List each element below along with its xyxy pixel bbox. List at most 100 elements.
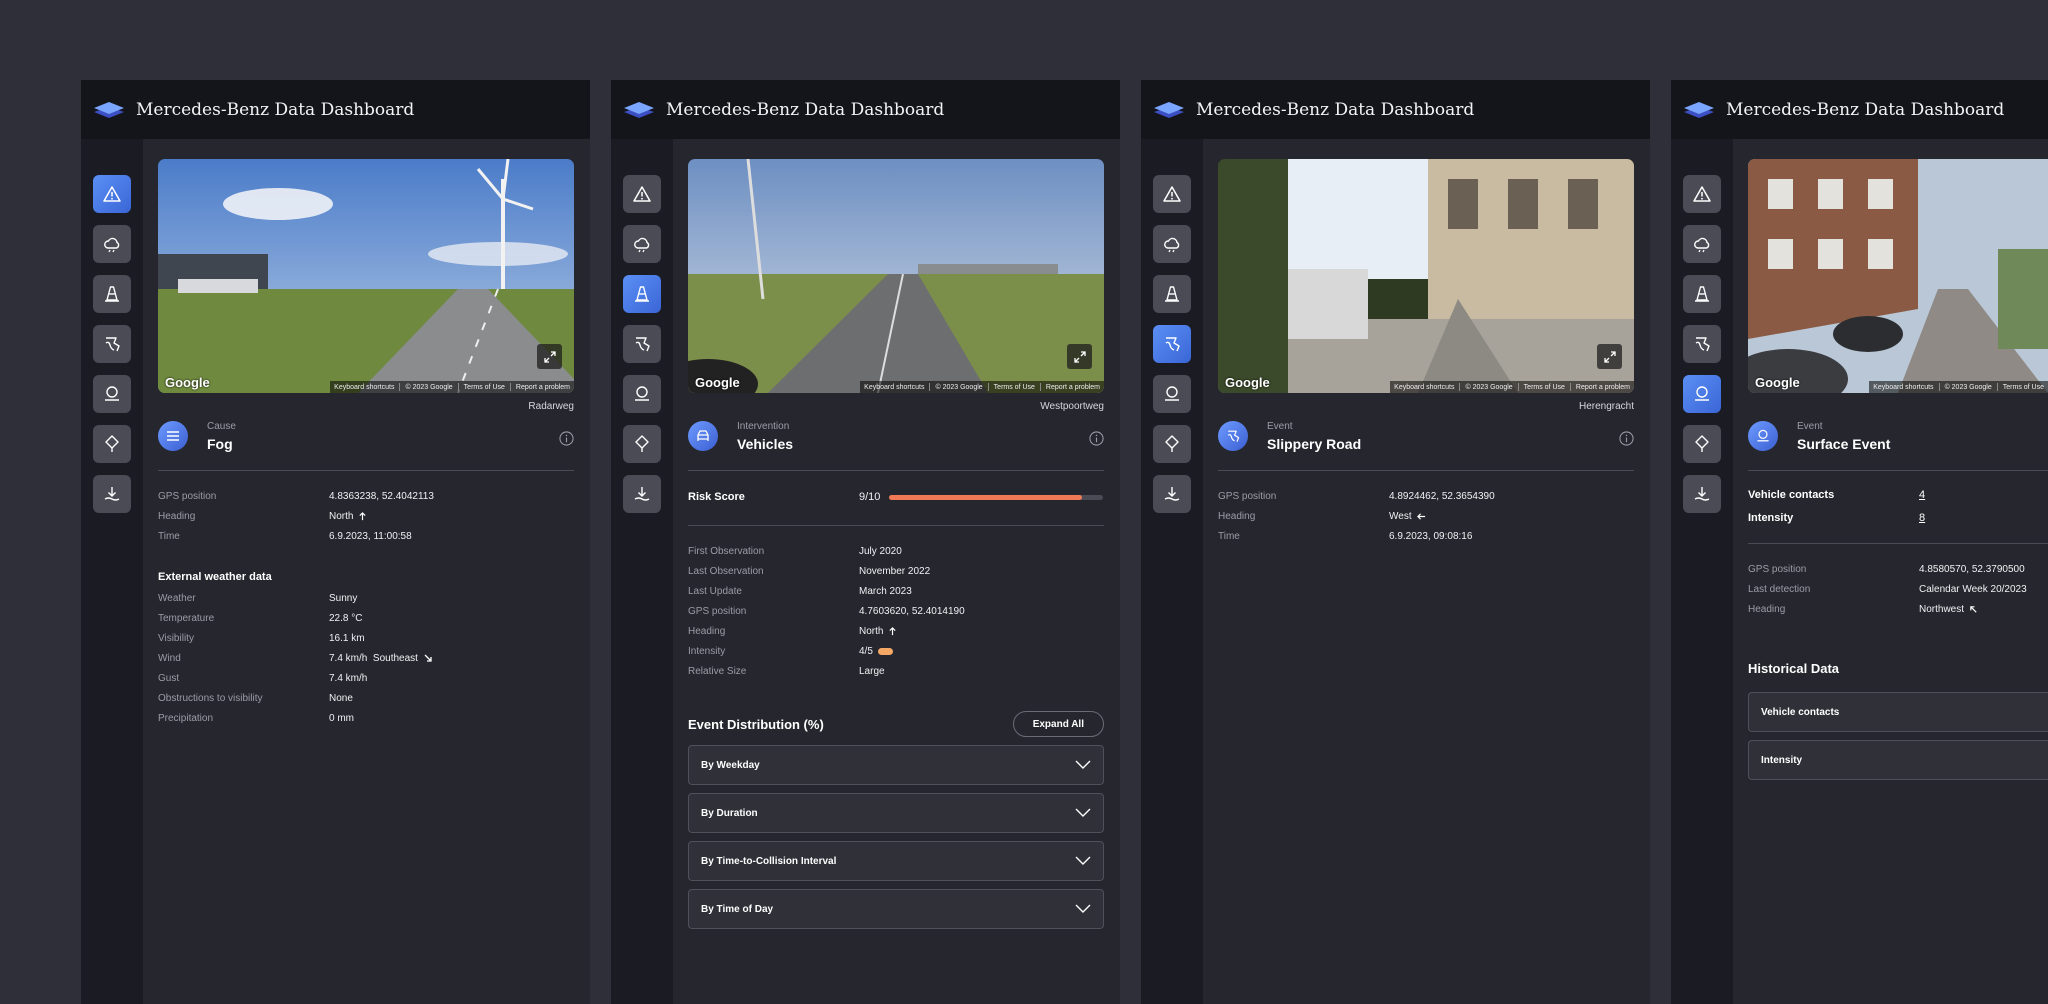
warning-icon [1693, 186, 1711, 202]
report-problem-link[interactable]: Report a problem [516, 384, 570, 391]
sidebar-warning-button[interactable] [1683, 175, 1721, 213]
sidebar-cone-button[interactable] [1153, 275, 1191, 313]
sidebar-warning-button[interactable] [93, 175, 131, 213]
detail-value: North [859, 626, 897, 637]
divider [1748, 470, 2048, 471]
weather-list: Weather Sunny Temperature 22.8 °C Visibili… [158, 588, 574, 728]
risk-score-row: Risk Score 9/10 [688, 483, 1104, 511]
accordion-label: Vehicle contacts [1761, 706, 1840, 718]
info-icon[interactable] [559, 431, 574, 446]
keyboard-shortcuts-link[interactable]: Keyboard shortcuts [1873, 384, 1933, 391]
expand-icon [543, 350, 556, 363]
intensity-link[interactable]: 8 [1919, 512, 1925, 524]
sidebar-slippery-button[interactable] [1683, 325, 1721, 363]
logo-layers-icon [94, 101, 124, 118]
weather-value: 16.1 km [329, 633, 365, 644]
sidebar-cone-button[interactable] [623, 275, 661, 313]
sidebar-weather-button[interactable] [623, 225, 661, 263]
google-logo: Google [1225, 375, 1270, 390]
surface-event-icon [105, 386, 119, 401]
fullscreen-button[interactable] [1597, 344, 1622, 369]
sidebar-surface-button[interactable] [623, 375, 661, 413]
detail-key: Intensity [688, 645, 726, 657]
report-problem-link[interactable]: Report a problem [1576, 384, 1630, 391]
keyboard-shortcuts-link[interactable]: Keyboard shortcuts [334, 384, 394, 391]
terms-link[interactable]: Terms of Use [464, 384, 505, 391]
event-name: Vehicles [737, 435, 794, 452]
street-name [1748, 401, 2048, 413]
info-icon[interactable] [1619, 431, 1634, 446]
accordion-intensity[interactable]: Intensity [1748, 740, 2048, 780]
sidebar [611, 139, 673, 1004]
sidebar-surface-button[interactable] [1153, 375, 1191, 413]
risk-score-label: Risk Score [688, 491, 745, 503]
event-header: Intervention Vehicles [688, 419, 1104, 453]
count-row: Vehicle contacts 4 [1748, 483, 2048, 506]
accordion-by-time-of-day[interactable]: By Time of Day [688, 889, 1104, 929]
street-view-photo[interactable]: Google Keyboard shortcuts © 2023 Google … [1748, 159, 2048, 393]
report-problem-link[interactable]: Report a problem [1046, 384, 1100, 391]
sidebar-slippery-button[interactable] [93, 325, 131, 363]
detail-value-text: Calendar Week 20/2023 [1919, 583, 2027, 595]
street-view-photo[interactable]: Google Keyboard shortcuts © 2023 Google … [688, 159, 1104, 393]
panel-header: Mercedes-Benz Data Dashboard [81, 80, 590, 139]
detail-value: 6.9.2023, 11:00:58 [329, 531, 412, 542]
download-icon [1164, 487, 1180, 501]
divider [688, 470, 1104, 471]
sidebar-slippery-button[interactable] [623, 325, 661, 363]
details-list: GPS position 4.8363238, 52.4042113 Headin… [158, 486, 574, 546]
street-view-photo[interactable]: Google Keyboard shortcuts © 2023 Google … [158, 159, 574, 393]
sidebar-cone-button[interactable] [93, 275, 131, 313]
detail-key: First Observation [688, 545, 765, 557]
event-category: Event [1797, 420, 1823, 432]
street-name: Westpoortweg [1040, 401, 1104, 412]
accordion-by-duration[interactable]: By Duration [688, 793, 1104, 833]
terms-link[interactable]: Terms of Use [1524, 384, 1565, 391]
fullscreen-button[interactable] [537, 344, 562, 369]
weather-value: 0 mm [329, 713, 354, 724]
fullscreen-button[interactable] [1067, 344, 1092, 369]
sidebar-location-button[interactable] [1153, 425, 1191, 463]
sidebar-slippery-button[interactable] [1153, 325, 1191, 363]
surface-event-icon [1165, 386, 1179, 401]
panel-header: Mercedes-Benz Data Dashboard [1141, 80, 1650, 139]
sidebar-download-button[interactable] [1153, 475, 1191, 513]
sidebar-weather-button[interactable] [93, 225, 131, 263]
sidebar-surface-button[interactable] [93, 375, 131, 413]
accordion-label: Intensity [1761, 754, 1803, 766]
accordion-vehicle-contacts[interactable]: Vehicle contacts [1748, 692, 2048, 732]
sidebar-location-button[interactable] [623, 425, 661, 463]
sidebar-download-button[interactable] [1683, 475, 1721, 513]
logo-layers-icon [624, 101, 654, 118]
north-arrow-icon [359, 511, 367, 520]
sidebar-download-button[interactable] [93, 475, 131, 513]
sidebar-surface-button[interactable] [1683, 375, 1721, 413]
detail-key: GPS position [158, 490, 217, 502]
terms-link[interactable]: Terms of Use [2003, 384, 2044, 391]
sidebar-warning-button[interactable] [623, 175, 661, 213]
keyboard-shortcuts-link[interactable]: Keyboard shortcuts [1394, 384, 1454, 391]
street-view-photo[interactable]: Google Keyboard shortcuts © 2023 Google … [1218, 159, 1634, 393]
info-icon[interactable] [1089, 431, 1104, 446]
street-name: Radarweg [528, 401, 574, 412]
sidebar-download-button[interactable] [623, 475, 661, 513]
sidebar-weather-button[interactable] [1153, 225, 1191, 263]
expand-all-button[interactable]: Expand All [1012, 711, 1104, 737]
map-attribution: Keyboard shortcuts © 2023 Google Terms o… [1390, 381, 1634, 393]
sidebar-cone-button[interactable] [1683, 275, 1721, 313]
detail-value-text: North [859, 625, 884, 637]
sidebar-location-button[interactable] [1683, 425, 1721, 463]
detail-key: Last Update [688, 585, 742, 597]
keyboard-shortcuts-link[interactable]: Keyboard shortcuts [864, 384, 924, 391]
vehicle-contacts-link[interactable]: 4 [1919, 489, 1925, 501]
weather-value: None [329, 693, 353, 704]
terms-link[interactable]: Terms of Use [994, 384, 1035, 391]
sidebar-location-button[interactable] [93, 425, 131, 463]
sidebar-weather-button[interactable] [1683, 225, 1721, 263]
accordion-by-weekday[interactable]: By Weekday [688, 745, 1104, 785]
weather-row: Precipitation 0 mm [158, 708, 574, 728]
slippery-road-icon [635, 337, 650, 352]
accordion-by-ttc-interval[interactable]: By Time-to-Collision Interval [688, 841, 1104, 881]
sidebar-warning-button[interactable] [1153, 175, 1191, 213]
weather-value-text: 7.4 km/h [329, 672, 368, 684]
